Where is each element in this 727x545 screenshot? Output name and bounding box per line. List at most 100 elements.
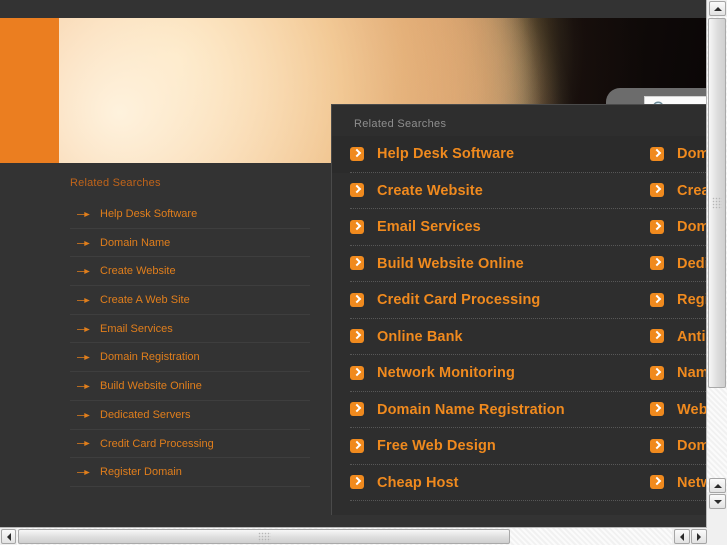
chevron-right-icon [650,256,664,271]
overlay-column-right: Domain Name Create A Web Site Domain Regis… [650,136,706,501]
overlay-list-item[interactable]: Online Bank [350,319,650,355]
sidebar-item[interactable]: Create Website [70,257,310,287]
scroll-left-button[interactable] [1,529,16,544]
chevron-right-icon [350,402,364,417]
vertical-scroll-thumb[interactable] [708,18,726,388]
arrow-right-icon [77,441,90,447]
sidebar-item[interactable]: Domain Name [70,229,310,258]
page-top-strip [0,0,706,18]
browser-viewport: Related Searches Help Desk Software Domai… [0,0,727,545]
overlay-list-item[interactable]: Network Security [650,465,706,501]
arrow-right-icon [77,412,90,418]
overlay-list-item[interactable]: Domain Name Registration [350,392,650,428]
sidebar-item-label: Credit Card Processing [100,437,214,450]
sidebar-item-label: Create A Web Site [100,294,190,307]
triangle-up-icon [713,6,722,11]
arrow-right-icon [77,383,90,389]
overlay-list-item[interactable]: Build Website Online [350,246,650,282]
scroll-up-button-bottom[interactable] [709,478,726,493]
overlay-list-item[interactable]: Anti Virus Software [650,319,706,355]
overlay-list-right: Domain Name Create A Web Site Domain Regis… [650,136,706,501]
chevron-right-icon [650,475,664,490]
overlay-list-item[interactable]: Help Desk Software [350,136,650,173]
horizontal-scrollbar[interactable] [0,527,727,545]
overlay-list-item[interactable]: Domain Registration [650,209,706,246]
overlay-item-label: Help Desk Software [377,146,515,162]
scroll-thumb-grip [712,197,722,209]
overlay-item-label: Network Security [677,474,706,491]
overlay-list-left: Help Desk Software Create Website Email Se… [350,136,650,501]
overlay-list-item[interactable]: Create A Web Site [650,173,706,209]
overlay-item-label: Anti Virus Software [677,328,706,345]
sidebar-related-searches: Related Searches Help Desk Software Domai… [59,177,310,487]
triangle-up-icon [713,483,722,488]
sidebar-item-label: Domain Name [100,236,171,249]
sidebar-item[interactable]: Help Desk Software [70,200,310,229]
overlay-list-item[interactable]: Credit Card Processing [350,282,650,319]
overlay-item-label: Domain Hosting [677,438,706,454]
sidebar-title: Related Searches [70,177,161,189]
overlay-list-item[interactable]: Domain Hosting [650,428,706,465]
overlay-item-label: Free Web Design [377,438,496,454]
chevron-right-icon [650,292,664,307]
sidebar-item-label: Email Services [100,322,173,335]
triangle-left-icon [680,532,684,541]
sidebar-item[interactable]: Email Services [70,315,310,344]
sidebar-item-label: Help Desk Software [100,208,198,220]
overlay-item-label: Credit Card Processing [377,292,541,308]
sidebar-item-label: Domain Registration [100,351,200,364]
chevron-right-icon [350,365,364,380]
overlay-list-item[interactable]: Register Domain [650,282,706,319]
chevron-right-icon [650,329,664,344]
page-content: Related Searches Help Desk Software Domai… [0,0,706,527]
sidebar-item[interactable]: Register Domain [70,458,310,487]
sidebar-item-label: Build Website Online [100,380,202,393]
horizontal-scroll-thumb[interactable] [18,529,510,544]
overlay-list-item[interactable]: Email Services [350,209,650,246]
sidebar-item[interactable]: Credit Card Processing [70,430,310,459]
chevron-right-icon [650,438,664,453]
overlay-list-item[interactable]: Website Hosting [650,392,706,428]
overlay-item-label: Create Website [377,182,483,199]
overlay-list-item[interactable]: Free Web Design [350,428,650,465]
scroll-right-button[interactable] [691,529,707,544]
sidebar-list: Help Desk Software Domain Name Create Webs… [59,200,310,487]
overlay-item-label: Network Monitoring [377,365,515,381]
overlay-list-item[interactable]: Name Server [650,355,706,392]
chevron-right-icon [350,438,364,453]
chevron-right-icon [650,146,664,161]
sidebar-item[interactable]: Build Website Online [70,372,310,401]
overlay-item-label: Online Bank [377,328,463,345]
overlay-list-item[interactable]: Domain Name [650,136,706,173]
chevron-right-icon [350,292,364,307]
scroll-left-button-right[interactable] [674,529,690,544]
overlay-item-label: Domain Registration [677,219,706,235]
arrow-right-icon [77,326,90,332]
chevron-right-icon [350,256,364,271]
arrow-right-icon [77,211,90,217]
overlay-item-label: Website Hosting [677,401,706,418]
sidebar-item[interactable]: Dedicated Servers [70,401,310,430]
related-searches-overlay: Related Searches Help Desk Software Creat… [331,104,706,515]
sidebar-item[interactable]: Domain Registration [70,343,310,373]
overlay-column-left: Help Desk Software Create Website Email Se… [350,136,650,501]
overlay-list-item[interactable]: Dedicated Servers [650,246,706,282]
overlay-list-item[interactable]: Cheap Host [350,465,650,501]
overlay-item-label: Create A Web Site [677,182,706,199]
chevron-right-icon [350,183,364,198]
vertical-scrollbar[interactable] [706,0,727,527]
scroll-up-button[interactable] [709,1,726,16]
chevron-right-icon [350,219,364,234]
sidebar-item-label: Create Website [100,265,176,278]
sidebar-item-label: Register Domain [100,466,182,479]
overlay-item-label: Cheap Host [377,474,459,491]
overlay-list-item[interactable]: Create Website [350,173,650,209]
overlay-title: Related Searches [354,118,447,130]
chevron-right-icon [650,219,664,234]
scroll-down-button[interactable] [709,494,726,509]
sidebar-item[interactable]: Create A Web Site [70,286,310,315]
scroll-thumb-grip [258,531,271,542]
overlay-list-item[interactable]: Network Monitoring [350,355,650,392]
overlay-item-label: Domain Name [677,146,706,162]
chevron-right-icon [350,146,364,161]
